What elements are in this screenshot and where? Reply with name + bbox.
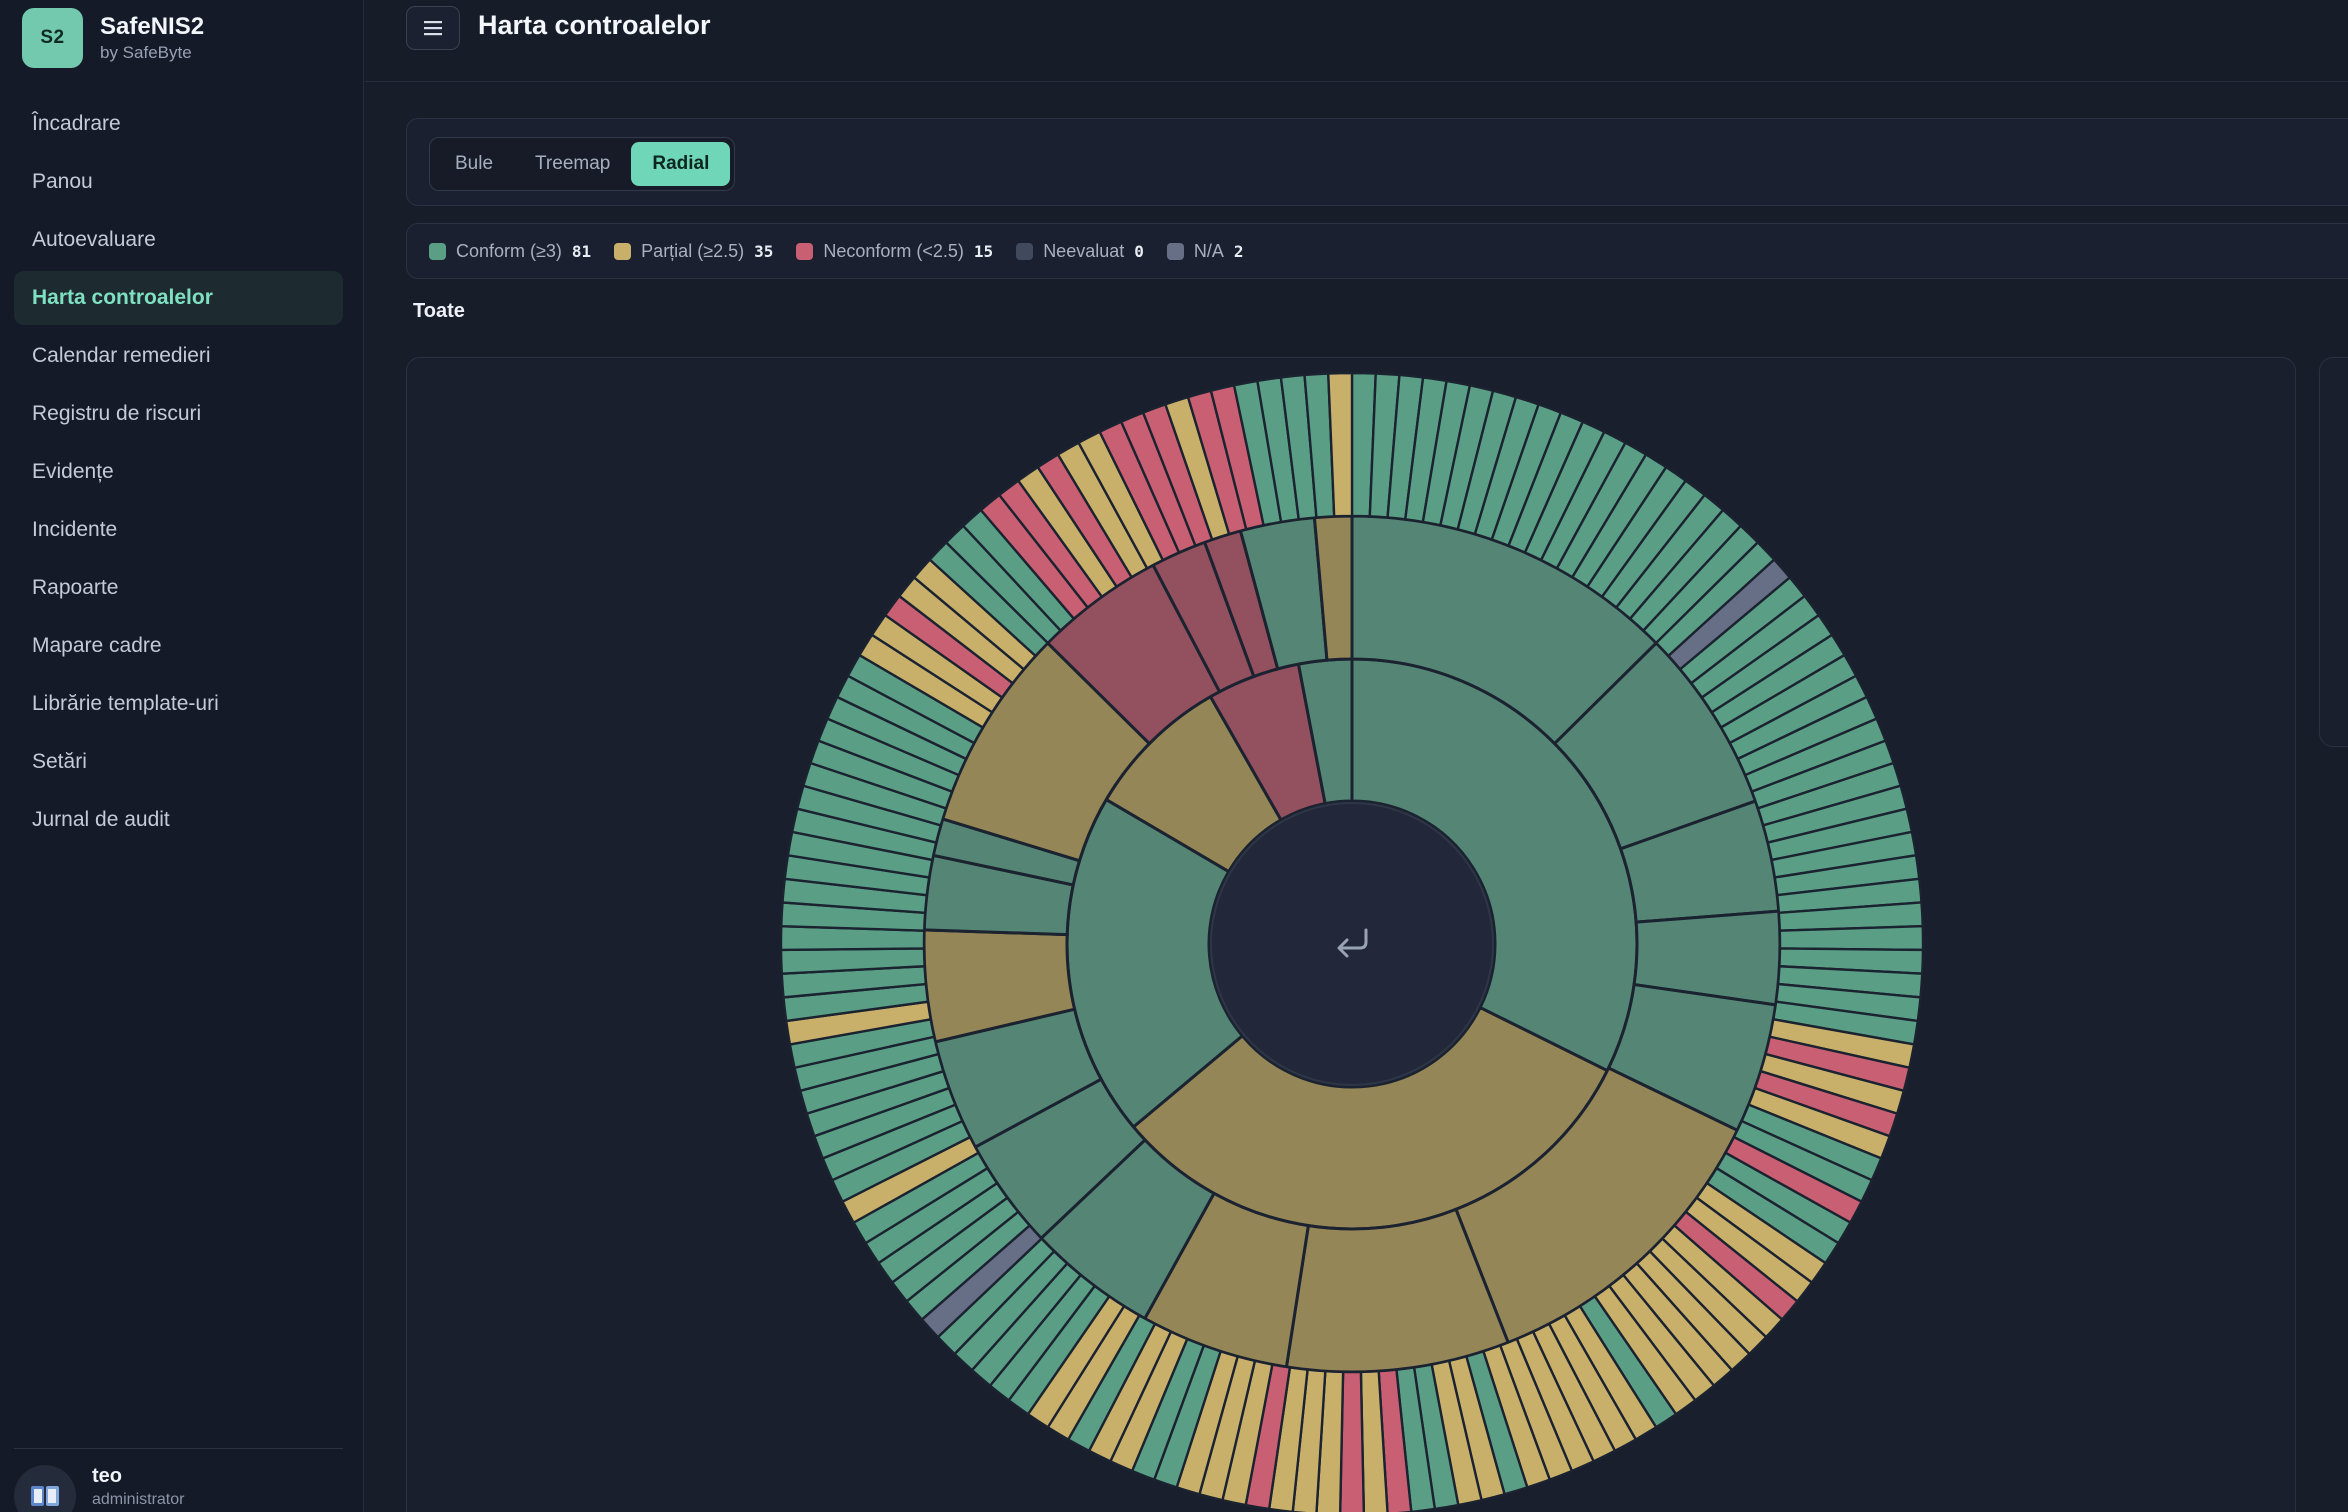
menu-toggle-button[interactable]	[406, 6, 460, 50]
legend-swatch	[796, 242, 814, 260]
brand-text: SafeNIS2 by SafeByte	[100, 12, 204, 64]
sidebar: S2 SafeNIS2 by SafeByte Încadrare Panou …	[0, 0, 364, 1512]
legend-swatch	[1166, 242, 1184, 260]
details-panel	[2319, 357, 2348, 747]
sidebar-item-label: Panou	[32, 170, 93, 193]
view-option-radial[interactable]: Radial	[631, 142, 731, 186]
legend-swatch	[614, 242, 632, 260]
sidebar-item-label: Rapoarte	[32, 576, 119, 599]
sidebar-item-calendar-remedieri[interactable]: Calendar remedieri	[14, 329, 343, 383]
sidebar-item-panou[interactable]: Panou	[14, 155, 343, 209]
brand-name: SafeNIS2	[100, 13, 205, 40]
legend-count: 2	[1233, 241, 1244, 261]
sidebar-item-label: Harta controalelor	[32, 286, 213, 309]
app-root: S2 SafeNIS2 by SafeByte Încadrare Panou …	[0, 0, 2348, 1512]
legend-count: 0	[1134, 241, 1144, 261]
top-header: Harta controalelor	[365, 0, 2348, 82]
sidebar-item-incadrare[interactable]: Încadrare	[14, 97, 343, 151]
sidebar-item-label: Setări	[32, 750, 87, 773]
sidebar-nav: Încadrare Panou Autoevaluare Harta contr…	[14, 97, 343, 851]
brand[interactable]: S2 SafeNIS2 by SafeByte	[22, 8, 204, 68]
view-switch: Bule Treemap Radial	[429, 137, 736, 191]
sidebar-item-evidente[interactable]: Evidențe	[14, 445, 343, 499]
sidebar-item-incidente[interactable]: Incidente	[14, 503, 343, 557]
page-title: Harta controalelor	[478, 10, 711, 40]
sidebar-item-registru-riscuri[interactable]: Registru de riscuri	[14, 387, 343, 441]
legend-count: 15	[973, 241, 994, 261]
status-legend: Conform (≥3) 81 Parțial (≥2.5) 35 Neconf…	[406, 223, 2348, 279]
view-option-bule[interactable]: Bule	[434, 142, 514, 186]
legend-swatch	[1016, 242, 1034, 260]
view-option-treemap[interactable]: Treemap	[514, 142, 631, 186]
sidebar-item-label: Registru de riscuri	[32, 402, 202, 425]
user-info: teo administrator	[92, 1463, 184, 1511]
sidebar-item-setari[interactable]: Setări	[14, 735, 343, 789]
sidebar-item-autoevaluare[interactable]: Autoevaluare	[14, 213, 343, 267]
avatar	[14, 1465, 76, 1512]
sidebar-item-label: Încadrare	[32, 112, 121, 135]
legend-count: 81	[571, 241, 592, 261]
sidebar-item-label: Mapare cadre	[32, 634, 162, 657]
legend-item-neconform[interactable]: Neconform (<2.5) 15	[796, 241, 993, 262]
legend-item-na[interactable]: N/A 2	[1166, 240, 1244, 262]
sidebar-item-label: Incidente	[32, 518, 118, 541]
user-panel[interactable]: teo administrator	[14, 1448, 343, 1512]
sidebar-item-label: Librărie template-uri	[32, 692, 219, 715]
legend-count: 35	[754, 241, 774, 261]
book-icon	[31, 1486, 59, 1506]
brand-subtitle: by SafeByte	[100, 43, 192, 62]
sidebar-item-label: Autoevaluare	[32, 228, 156, 251]
sidebar-item-rapoarte[interactable]: Rapoarte	[14, 561, 343, 615]
sidebar-item-label: Jurnal de audit	[32, 808, 170, 831]
sunburst-control-segment[interactable]	[1778, 924, 1925, 952]
legend-label: Neevaluat	[1043, 240, 1125, 261]
sidebar-item-harta-controalelor[interactable]: Harta controalelor	[14, 271, 343, 325]
sidebar-item-jurnal-audit[interactable]: Jurnal de audit	[14, 793, 343, 847]
sunburst-center-back-button[interactable]	[1210, 802, 1494, 1086]
sidebar-item-label: Evidențe	[32, 460, 114, 483]
filter-breadcrumb[interactable]: Toate	[413, 300, 465, 323]
user-role: administrator	[92, 1491, 185, 1508]
legend-item-conform[interactable]: Conform (≥3) 81	[429, 241, 591, 262]
legend-item-neevaluat[interactable]: Neevaluat 0	[1016, 241, 1144, 262]
legend-label: Neconform (<2.5)	[823, 240, 964, 261]
legend-label: Parțial (≥2.5)	[641, 240, 745, 261]
view-switch-card: Bule Treemap Radial	[406, 118, 2348, 206]
legend-label: N/A	[1193, 240, 1224, 261]
brand-logo: S2	[22, 8, 83, 68]
user-name: teo	[92, 1465, 122, 1487]
sidebar-item-label: Calendar remedieri	[32, 344, 211, 367]
sidebar-item-librarie-template[interactable]: Librărie template-uri	[14, 677, 343, 731]
sidebar-item-mapare-cadre[interactable]: Mapare cadre	[14, 619, 343, 673]
legend-label: Conform (≥3)	[456, 240, 562, 261]
legend-item-partial[interactable]: Parțial (≥2.5) 35	[614, 241, 773, 262]
hamburger-icon	[424, 21, 442, 36]
legend-swatch	[429, 242, 446, 260]
